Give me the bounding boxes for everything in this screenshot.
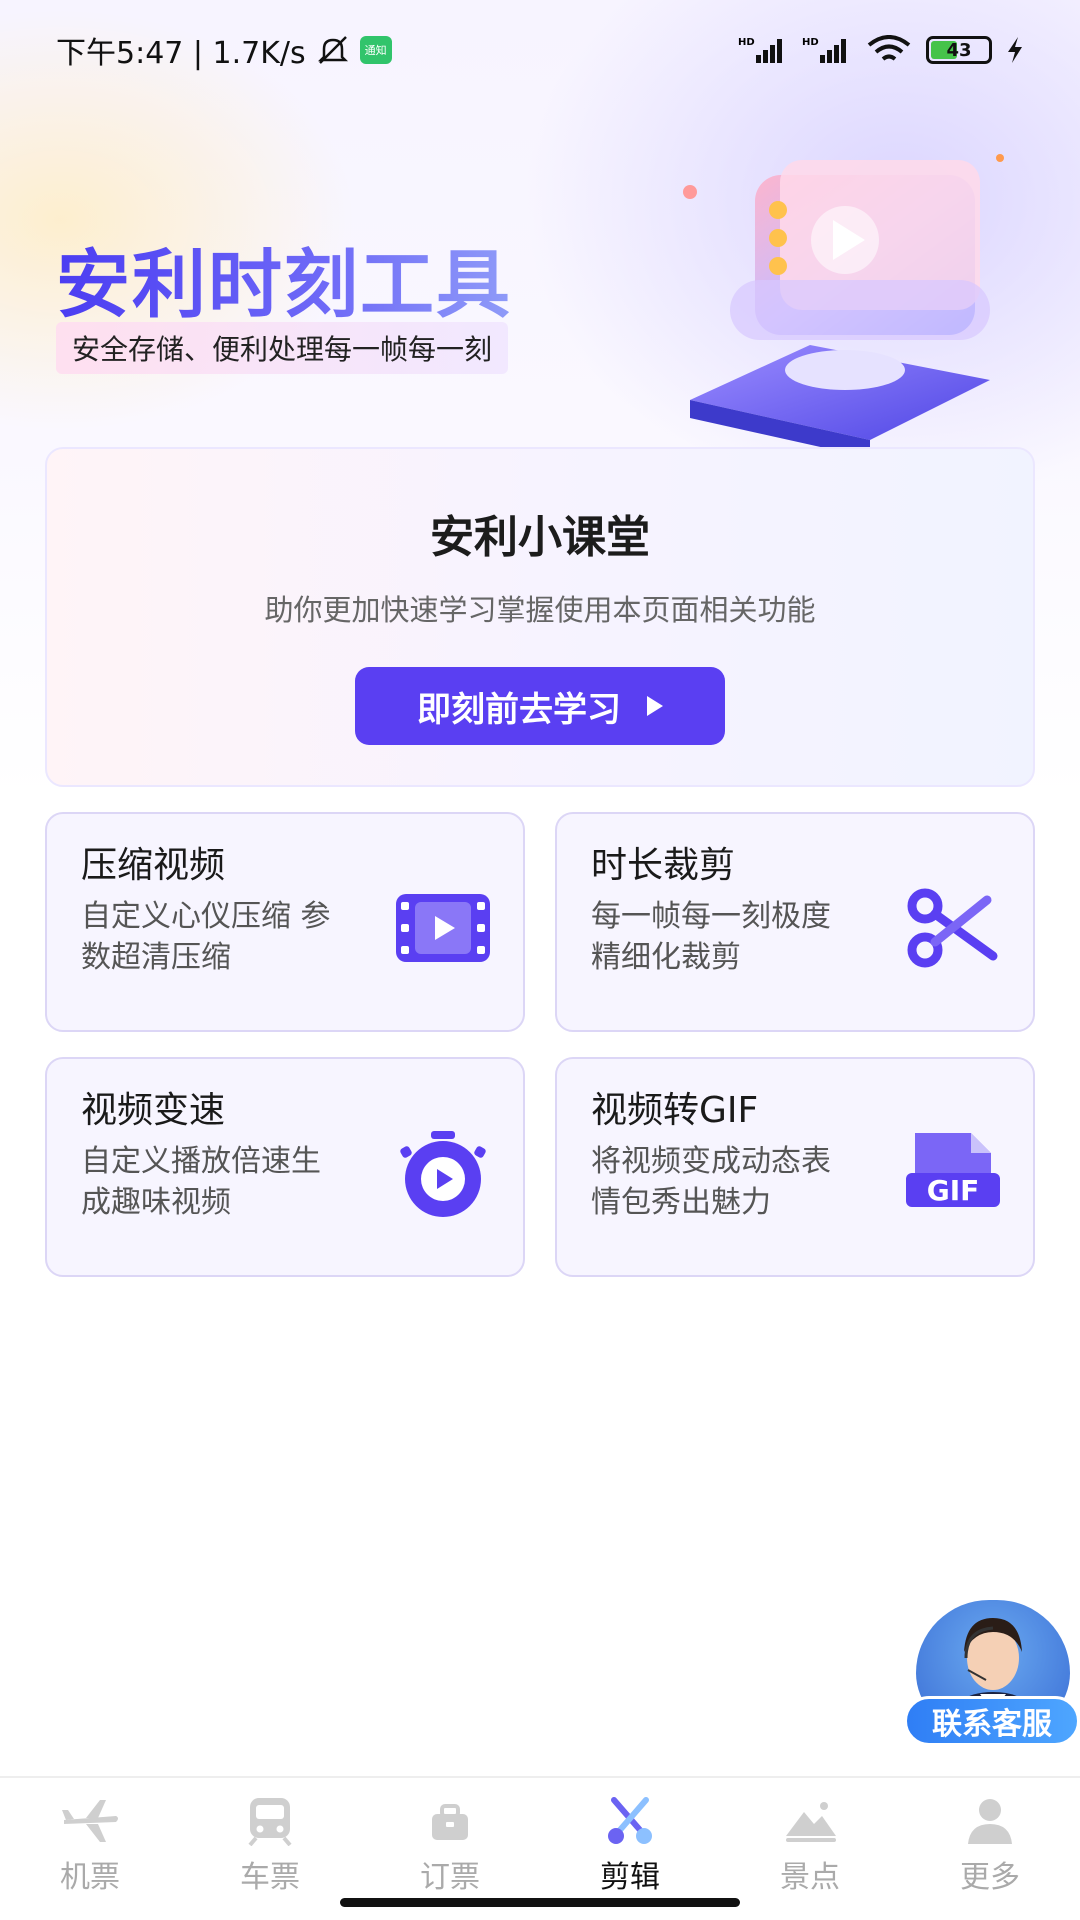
hero-subtitle: 安全存储、便利处理每一帧每一刻 (56, 322, 509, 374)
scissors-icon (907, 888, 998, 968)
nav-label: 订票 (420, 1860, 480, 1895)
wifi-icon (867, 35, 911, 61)
scissors-icon (608, 1797, 652, 1844)
gif-file-icon: GIF (906, 1133, 1000, 1207)
video-player-illustration-icon (683, 154, 1004, 458)
course-description: 助你更加快速学习掌握使用本页面相关功能 (264, 593, 816, 627)
nav-label: 机票 (60, 1860, 120, 1895)
feature-title: 时长裁剪 (591, 845, 736, 886)
feature-description: 将视频变成动态表情包秀出魅力 (591, 1144, 831, 1220)
hero-title: 安利时刻工具 (56, 225, 512, 332)
svg-text:HD: HD (802, 37, 819, 48)
nav-label: 景点 (780, 1860, 840, 1895)
start-learning-button[interactable]: 即刻前去学习 (355, 667, 725, 745)
briefcase-icon (432, 1804, 468, 1840)
play-arrow-icon (647, 696, 663, 716)
home-indicator[interactable] (340, 1898, 740, 1907)
charging-bolt-icon (1008, 37, 1022, 63)
course-title: 安利小课堂 (430, 512, 650, 563)
feature-title: 压缩视频 (81, 845, 226, 886)
status-time: 下午5:47 | 1.7K/s (56, 36, 306, 71)
feature-description: 自定义播放倍速生成趣味视频 (81, 1144, 321, 1220)
svg-text:GIF: GIF (927, 1174, 980, 1207)
status-bar: 下午5:47 | 1.7K/s 通知 HD HD 43 (0, 0, 1080, 100)
feature-card-trim-duration[interactable]: 时长裁剪 每一帧每一刻极度精细化裁剪 (555, 812, 1035, 1032)
signal-icon: HD (802, 37, 846, 63)
course-card: 安利小课堂 助你更加快速学习掌握使用本页面相关功能 即刻前去学习 (45, 447, 1035, 787)
notification-app-badge: 通知 (359, 36, 392, 64)
nav-item-attractions[interactable]: 景点 (720, 1778, 900, 1920)
train-icon (248, 1798, 292, 1846)
mute-bell-icon (317, 36, 348, 64)
stopwatch-play-icon (400, 1131, 486, 1217)
feature-description: 每一帧每一刻极度精细化裁剪 (591, 899, 831, 975)
battery-indicator: 43 (926, 36, 992, 64)
nav-item-more[interactable]: 更多 (900, 1778, 1080, 1920)
feature-title: 视频变速 (81, 1090, 226, 1131)
feature-card-video-to-gif[interactable]: 视频转GIF 将视频变成动态表情包秀出魅力 GIF (555, 1057, 1035, 1277)
svg-text:HD: HD (738, 37, 755, 48)
person-icon (968, 1799, 1012, 1844)
nav-item-train-tickets[interactable]: 车票 (180, 1778, 360, 1920)
airplane-icon (62, 1800, 118, 1842)
nav-label: 车票 (240, 1860, 300, 1895)
nav-item-flights[interactable]: 机票 (0, 1778, 180, 1920)
feature-description: 自定义心仪压缩 参数超清压缩 (81, 899, 331, 975)
start-learning-label: 即刻前去学习 (417, 689, 621, 730)
customer-service-button[interactable]: 联系客服 (900, 1600, 1080, 1750)
customer-service-label: 联系客服 (904, 1696, 1080, 1746)
mountain-icon (786, 1802, 836, 1842)
feature-card-video-speed[interactable]: 视频变速 自定义播放倍速生成趣味视频 (45, 1057, 525, 1277)
video-film-icon (396, 894, 490, 962)
signal-icon: HD (738, 37, 782, 63)
feature-card-compress-video[interactable]: 压缩视频 自定义心仪压缩 参数超清压缩 (45, 812, 525, 1032)
feature-title: 视频转GIF (591, 1090, 759, 1131)
nav-label: 更多 (960, 1860, 1020, 1895)
nav-label: 剪辑 (600, 1860, 660, 1895)
